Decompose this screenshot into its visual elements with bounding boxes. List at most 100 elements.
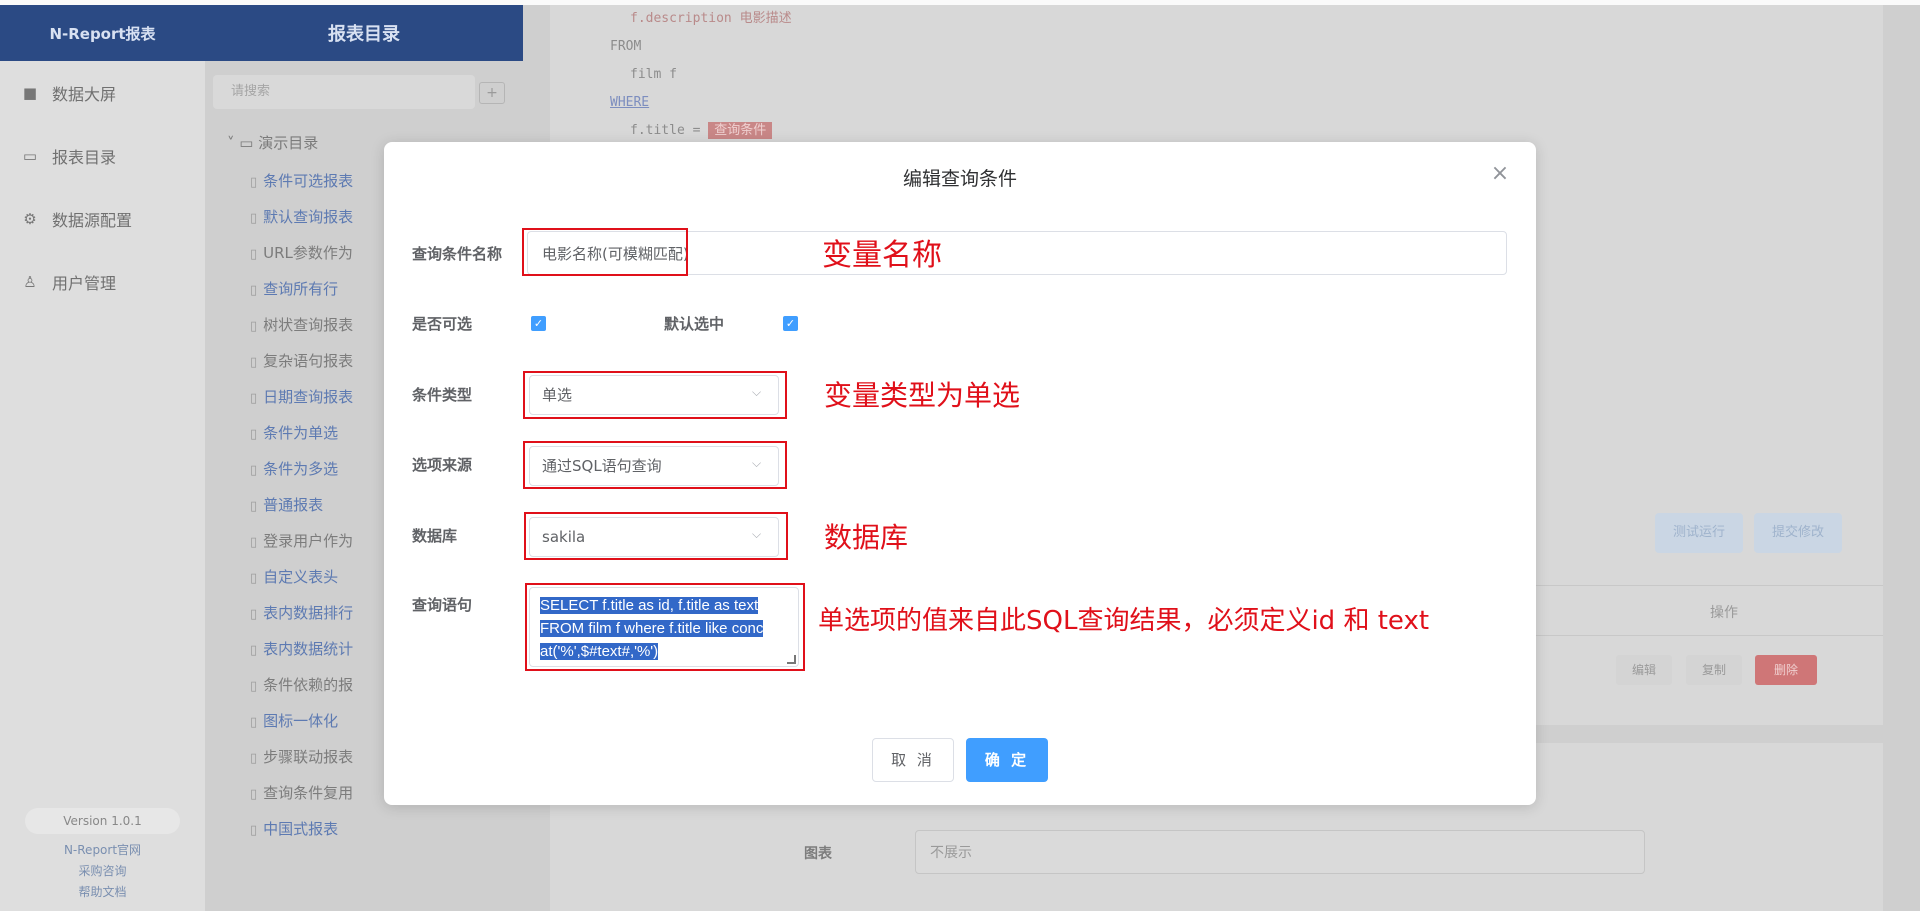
annotation-frame-name <box>522 228 688 276</box>
tree-header: 报表目录 <box>205 5 523 61</box>
sidebar-item-report-catalog[interactable]: ▭ 报表目录 <box>0 124 205 187</box>
annotation-frame-source <box>523 441 787 489</box>
tree-item-label: 条件为单选 <box>263 424 339 442</box>
sidebar-item-label: 用户管理 <box>52 273 117 293</box>
tree-item-label: 日期查询报表 <box>263 388 354 406</box>
database-label: 数据库 <box>412 527 458 545</box>
sidebar-item-label: 数据大屏 <box>52 84 117 104</box>
file-icon: ▯ <box>250 679 258 694</box>
code-text: f.title = <box>630 123 709 138</box>
tree-item-label: 条件可选报表 <box>263 172 354 190</box>
test-run-button[interactable]: 测试运行 <box>1655 513 1743 553</box>
tree-item[interactable]: ▯ 中国式报表 <box>250 811 518 847</box>
edit-query-condition-dialog: 编辑查询条件 × 查询条件名称 电影名称(可模糊匹配) 变量名称 是否可选 ✓ … <box>384 142 1536 805</box>
annotation-frame-database <box>524 512 788 560</box>
user-icon: ♙ <box>23 272 37 291</box>
default-selected-checkbox[interactable]: ✓ <box>783 316 798 331</box>
default-selected-label: 默认选中 <box>664 315 725 333</box>
file-icon: ▯ <box>250 283 258 298</box>
file-icon: ▯ <box>250 715 258 730</box>
file-icon: ▯ <box>250 427 258 442</box>
annotation-frame-type <box>523 371 787 419</box>
file-icon: ▯ <box>250 463 258 478</box>
tree-root-folder[interactable]: ˅ ▭ 演示目录 <box>227 132 318 153</box>
file-icon: ▯ <box>250 175 258 190</box>
file-icon: ▯ <box>250 643 258 658</box>
file-icon: ▯ <box>250 535 258 550</box>
code-line: FROM <box>610 39 642 54</box>
chart-label: 图表 <box>804 846 832 862</box>
version-badge: Version 1.0.1 <box>25 808 180 834</box>
sidebar-footer: Version 1.0.1 N-Report官网 采购咨询 帮助文档 <box>0 808 205 911</box>
code-line: WHERE <box>610 95 650 110</box>
sidebar-item-datasource[interactable]: ⚙ 数据源配置 <box>0 187 205 250</box>
file-icon: ▯ <box>250 787 258 802</box>
sidebar-item-label: 数据源配置 <box>52 210 133 230</box>
sidebar-item-users[interactable]: ♙ 用户管理 <box>0 250 205 313</box>
tree-item-label: 条件为多选 <box>263 460 339 478</box>
file-icon: ▯ <box>250 499 258 514</box>
close-icon[interactable]: × <box>1488 162 1512 186</box>
tree-item-label: 查询条件复用 <box>263 784 354 802</box>
sidebar-item-dashboard[interactable]: ■ 数据大屏 <box>0 61 205 124</box>
confirm-button[interactable]: 确 定 <box>966 738 1048 782</box>
file-icon: ▯ <box>250 571 258 586</box>
code-line: f.title = 查询条件 <box>630 117 792 145</box>
sidebar-item-label: 报表目录 <box>52 147 117 167</box>
optional-checkbox[interactable]: ✓ <box>531 316 546 331</box>
code-line: f.description 电影描述 <box>630 11 792 26</box>
tree-item-label: 树状查询报表 <box>263 316 354 334</box>
file-icon: ▯ <box>250 751 258 766</box>
condition-type-label: 条件类型 <box>412 386 473 404</box>
tree-item-label: 步骤联动报表 <box>263 748 354 766</box>
file-icon: ▯ <box>250 211 258 226</box>
sidebar: N-Report报表 ■ 数据大屏 ▭ 报表目录 ⚙ 数据源配置 ♙ 用户管理 … <box>0 5 205 911</box>
edit-row-button[interactable]: 编辑 <box>1616 655 1672 685</box>
add-folder-button[interactable]: + <box>479 82 505 104</box>
submit-changes-button[interactable]: 提交修改 <box>1754 513 1842 553</box>
annotation-var-type: 变量类型为单选 <box>824 379 1021 412</box>
copy-row-button[interactable]: 复制 <box>1686 655 1742 685</box>
tree-item-label: 条件依赖的报 <box>263 676 354 694</box>
delete-row-button[interactable]: 删除 <box>1755 655 1817 685</box>
official-site-link[interactable]: N-Report官网 <box>0 840 205 861</box>
gear-icon: ⚙ <box>23 209 37 228</box>
purchase-link[interactable]: 采购咨询 <box>0 861 205 882</box>
file-icon: ▯ <box>250 319 258 334</box>
annotation-frame-query <box>525 583 805 671</box>
tree-search-input[interactable]: 请搜索 <box>213 75 475 109</box>
optional-label: 是否可选 <box>412 315 473 333</box>
condition-name-label: 查询条件名称 <box>412 245 503 263</box>
annotation-database: 数据库 <box>824 521 909 554</box>
tree-item-label: 中国式报表 <box>263 820 339 838</box>
file-icon: ▯ <box>250 247 258 262</box>
tree-item-label: 普通报表 <box>263 496 324 514</box>
tree-root-label: 演示目录 <box>258 134 319 152</box>
option-source-label: 选项来源 <box>412 456 473 474</box>
file-icon: ▯ <box>250 391 258 406</box>
tree-item-label: 图标一体化 <box>263 712 339 730</box>
tree-item-label: 登录用户作为 <box>263 532 354 550</box>
code-token: 查询条件 <box>708 122 773 139</box>
tree-item-label: URL参数作为 <box>263 244 353 262</box>
annotation-sql-note: 单选项的值来自此SQL查询结果，必须定义id 和 text <box>818 606 1430 636</box>
tree-item-label: 默认查询报表 <box>263 208 354 226</box>
file-icon: ▯ <box>250 355 258 370</box>
tree-item-label: 表内数据排行 <box>263 604 354 622</box>
tree-item-label: 查询所有行 <box>263 280 339 298</box>
file-icon: ▯ <box>250 607 258 622</box>
ops-column-header: 操作 <box>1710 605 1738 621</box>
code-line: film f <box>630 67 677 82</box>
sql-code-preview: f.description 电影描述 FROM film f WHERE f.t… <box>610 5 792 145</box>
help-docs-link[interactable]: 帮助文档 <box>0 882 205 903</box>
dashboard-icon: ■ <box>22 83 38 102</box>
brand-logo: N-Report报表 <box>0 5 205 61</box>
cancel-button[interactable]: 取 消 <box>872 738 954 782</box>
caret-icon: ˅ ▭ <box>227 134 259 152</box>
tree-item-label: 复杂语句报表 <box>263 352 354 370</box>
tree-item-label: 表内数据统计 <box>263 640 354 658</box>
dialog-title: 编辑查询条件 <box>902 168 1017 190</box>
file-icon: ▯ <box>250 823 258 838</box>
annotation-var-name: 变量名称 <box>822 238 942 273</box>
chart-display-select[interactable]: 不展示 <box>915 830 1645 874</box>
